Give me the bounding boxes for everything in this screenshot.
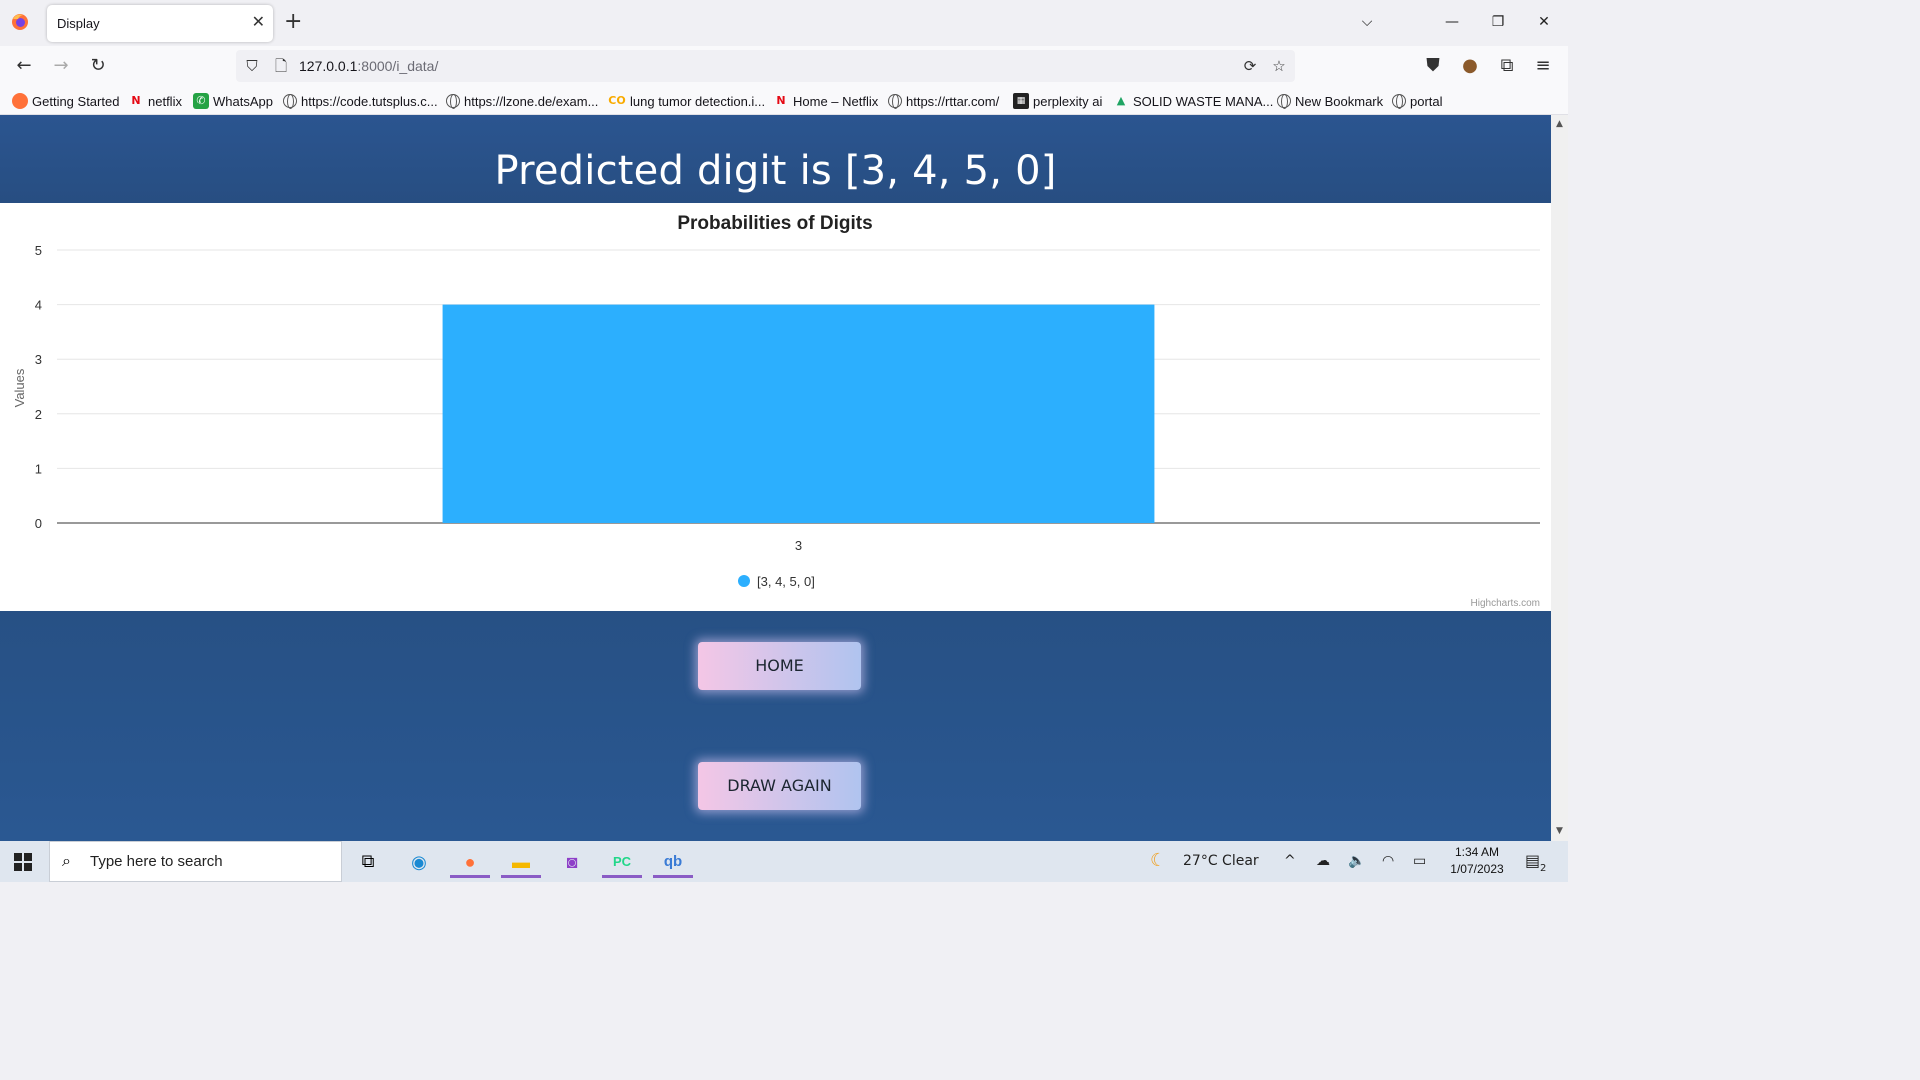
bookmark-item[interactable]: https://lzone.de/exam... [446,92,598,110]
bookmark-item[interactable]: CO lung tumor detection.i... [608,92,765,110]
navigation-bar: ← → ↻ ⛉ 🗋 127.0.0.1:8000/i_data/ ⟳ ☆ ⛊ ●… [0,46,1568,86]
firefox-icon [12,14,28,30]
bookmark-item[interactable]: https://rttar.com/ [888,92,999,110]
netflix-icon: N [131,94,141,107]
restore-icon[interactable]: ❐ [1483,10,1513,34]
shield-icon[interactable]: ⛉ [242,56,262,76]
bookmark-item[interactable]: New Bookmark [1277,92,1383,110]
netflix-icon: N [776,94,786,107]
scroll-up-icon[interactable]: ▲ [1554,119,1565,130]
menu-icon[interactable]: ≡ [1530,54,1556,78]
y-axis-label: Values [12,368,27,407]
weather-text[interactable]: 27°C Clear [1183,853,1259,869]
bookmark-item[interactable]: ✆ WhatsApp [193,92,273,110]
bookmark-item[interactable]: https://code.tutsplus.c... [283,92,438,110]
cookie-icon[interactable]: ● [1457,54,1483,78]
bookmark-star-icon[interactable]: ☆ [1269,56,1289,76]
url-bar[interactable]: ⛉ 🗋 127.0.0.1:8000/i_data/ ⟳ ☆ [236,50,1295,82]
sync-icon[interactable]: ⟳ [1240,56,1260,76]
bookmarks-bar: Getting Started Nnetflix ✆ WhatsApp https… [0,86,1568,115]
back-icon[interactable]: ← [11,54,37,78]
bar [442,304,1155,523]
bookmark-item[interactable]: portal [1392,92,1443,110]
globe-icon [446,94,460,109]
pycharm-icon[interactable]: PC [602,846,642,878]
globe-icon [1277,94,1291,109]
bookmark-item[interactable]: N Home – Netflix [773,92,878,110]
tab-list-chevron-icon[interactable]: ⌵ [1352,10,1382,34]
colab-icon: CO [608,94,626,107]
firefox-icon [12,93,28,109]
firefox-taskbar-icon[interactable]: ● [450,846,490,878]
forward-icon[interactable]: → [48,54,74,78]
highcharts-credits[interactable]: Highcharts.com [1471,598,1540,609]
tab-title: Display [57,16,100,31]
draw-again-button[interactable]: DRAW AGAIN [698,762,861,810]
windows-start-icon[interactable] [14,853,32,871]
task-view-icon[interactable]: ⧉ [348,846,388,878]
clock-time: 1:34 AM [1454,845,1500,859]
browser-tab-bar: Display ✕ + ⌵ — ❐ ✕ [0,0,1568,46]
globe-icon [888,94,902,109]
globe-icon [283,94,297,109]
new-tab-button[interactable]: + [284,9,302,35]
close-window-icon[interactable]: ✕ [1529,10,1559,34]
bar-chart: Probabilities of Digits 012345 Values 3 … [12,213,1540,609]
bookmark-item[interactable]: ▲ SOLID WASTE MANA... [1113,92,1274,110]
y-tick-label: 4 [35,298,42,313]
x-tick-label: 3 [795,538,802,553]
taskbar-clock[interactable]: 1:34 AM 1/07/2023 [1440,844,1514,878]
bookmark-item[interactable]: ▦ perplexity ai [1013,92,1102,110]
home-button[interactable]: HOME [698,642,861,690]
minimize-icon[interactable]: — [1437,10,1467,34]
search-icon: ⌕ [62,851,71,870]
grid-icon: ▦ [1013,93,1029,109]
reload-icon[interactable]: ↻ [85,54,111,78]
legend-label: [3, 4, 5, 0] [757,574,815,589]
page-content: Predicted digit is [3, 4, 5, 0] Probabil… [0,115,1551,841]
y-tick-label: 1 [35,461,42,476]
onedrive-icon[interactable]: ☁ [1316,853,1330,869]
wifi-icon[interactable]: ◠ [1382,853,1394,869]
tab-display[interactable]: Display ✕ [47,5,273,42]
drive-icon: ▲ [1116,94,1126,107]
legend-marker [738,575,750,587]
file-explorer-icon[interactable]: ▬ [501,846,541,878]
notification-count: 2 [1540,863,1547,874]
battery-icon[interactable]: ▭ [1413,853,1426,869]
y-tick-label: 0 [35,516,42,531]
taskbar-search-box[interactable]: ⌕ Type here to search [49,841,342,882]
page-title: Predicted digit is [3, 4, 5, 0] [494,148,1057,194]
clock-date: 1/07/2023 [1450,862,1504,876]
page-icon[interactable]: 🗋 [271,56,291,76]
y-tick-label: 5 [35,243,42,258]
y-tick-label: 3 [35,352,42,367]
close-tab-icon[interactable]: ✕ [252,14,265,32]
extensions-icon[interactable]: ⧉ [1494,54,1520,78]
chart-container: Probabilities of Digits 012345 Values 3 … [0,203,1551,611]
speaker-icon[interactable]: 🔈 [1348,853,1365,869]
edge-icon[interactable]: ◉ [399,846,439,878]
moon-weather-icon: ☾ [1150,850,1167,871]
bookmark-item[interactable]: Nnetflix [128,92,182,110]
globe-icon [1392,94,1406,109]
chart-title: Probabilities of Digits [677,213,872,234]
whatsapp-icon: ✆ [193,93,209,109]
page-scrollbar[interactable]: ▲ ▼ [1551,115,1568,841]
bookmark-item[interactable]: Getting Started [12,92,119,110]
qbittorrent-icon[interactable]: qb [653,846,693,878]
pocket-icon[interactable]: ⛊ [1420,54,1446,78]
search-placeholder: Type here to search [90,853,223,870]
url-text[interactable]: 127.0.0.1:8000/i_data/ [299,58,438,74]
tray-chevron-icon[interactable]: ^ [1284,853,1296,869]
y-tick-label: 2 [35,407,42,422]
scroll-down-icon[interactable]: ▼ [1554,826,1565,837]
notifications-icon[interactable]: ▤ [1525,851,1540,870]
vpn-app-icon[interactable]: ◙ [552,846,592,878]
windows-taskbar: ⌕ Type here to search ⧉ ◉ ● ▬ ◙ PC qb ☾ … [0,841,1568,882]
